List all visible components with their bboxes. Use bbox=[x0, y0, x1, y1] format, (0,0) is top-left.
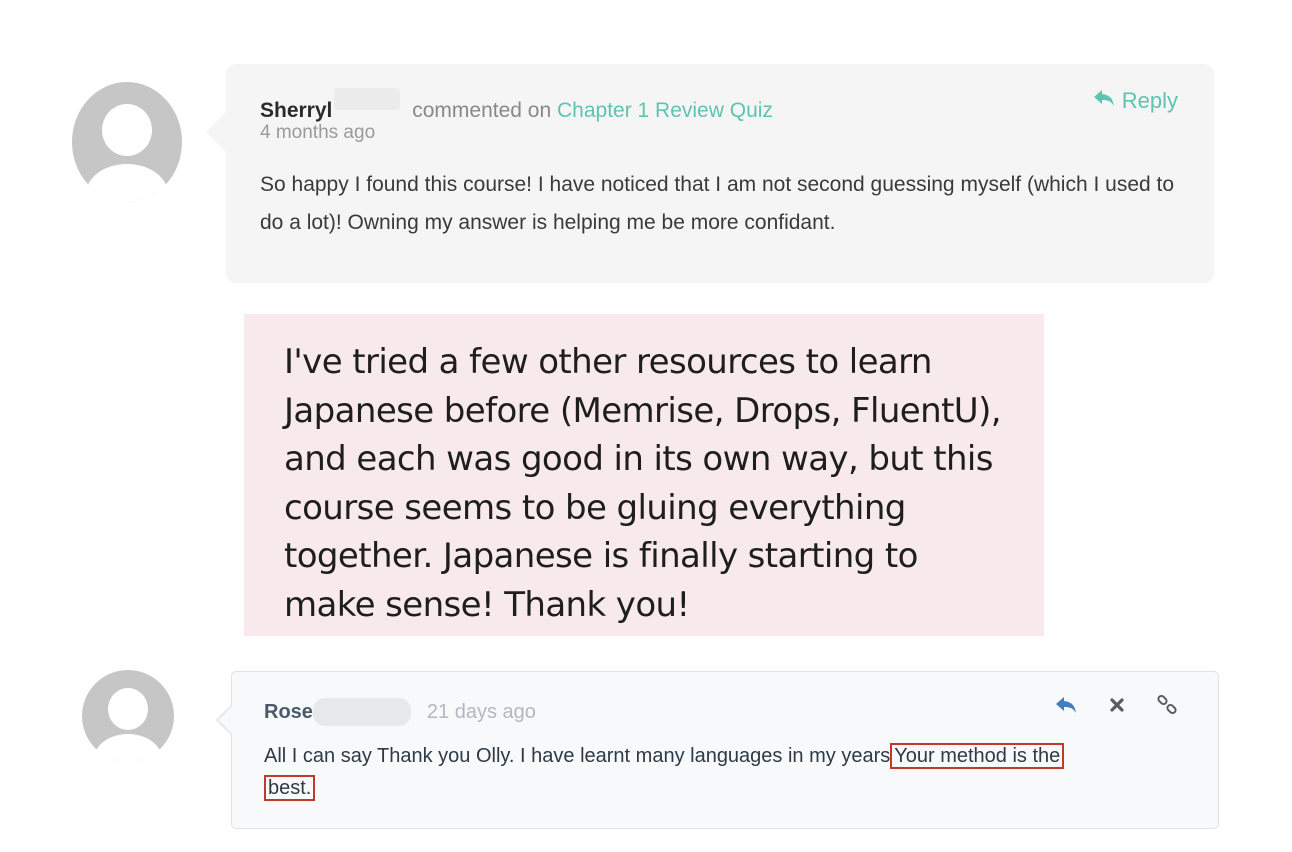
comment-body-text: All I can say Thank you Olly. I have lea… bbox=[264, 745, 891, 767]
comment-body: So happy I found this course! I have not… bbox=[260, 173, 1175, 234]
comment-card: Rose 21 days ago All I can say Thank you … bbox=[216, 671, 1219, 829]
reply-arrow-icon[interactable] bbox=[1054, 695, 1078, 715]
comment-header: Rose 21 days ago bbox=[264, 698, 1186, 726]
avatar bbox=[72, 82, 182, 202]
highlighted-text: Your method is the bbox=[890, 743, 1065, 769]
comment-actions bbox=[1054, 694, 1178, 716]
redacted-surname bbox=[334, 88, 401, 110]
comment-action-text: commented on bbox=[412, 99, 552, 122]
avatar-head-shape bbox=[102, 104, 152, 156]
comment-card: Sherryl commented on Chapter 1 Review Qu… bbox=[206, 64, 1214, 283]
testimonial-quote: I've tried a few other resources to lear… bbox=[244, 314, 1044, 636]
avatar-body-shape bbox=[86, 164, 168, 202]
comment-timestamp: 21 days ago bbox=[426, 701, 536, 723]
comment-author[interactable]: Sherryl bbox=[260, 99, 332, 122]
comment-body: All I can say Thank you Olly. I have lea… bbox=[264, 740, 1186, 804]
redacted-surname bbox=[312, 698, 411, 726]
chapter-link[interactable]: Chapter 1 Review Quiz bbox=[557, 99, 773, 122]
reply-button[interactable]: Reply bbox=[1092, 88, 1178, 114]
quote-text: I've tried a few other resources to lear… bbox=[284, 342, 1002, 625]
reply-label: Reply bbox=[1121, 88, 1178, 113]
comment-author[interactable]: Rose bbox=[264, 701, 313, 723]
avatar-body-shape bbox=[94, 734, 162, 762]
avatar-head-shape bbox=[108, 688, 148, 730]
close-icon[interactable] bbox=[1108, 696, 1126, 714]
link-icon[interactable] bbox=[1156, 694, 1178, 716]
comment-header: Sherryl commented on Chapter 1 Review Qu… bbox=[260, 88, 1180, 128]
avatar bbox=[82, 670, 174, 762]
reply-arrow-icon bbox=[1092, 88, 1116, 114]
highlighted-text: best. bbox=[264, 775, 316, 801]
